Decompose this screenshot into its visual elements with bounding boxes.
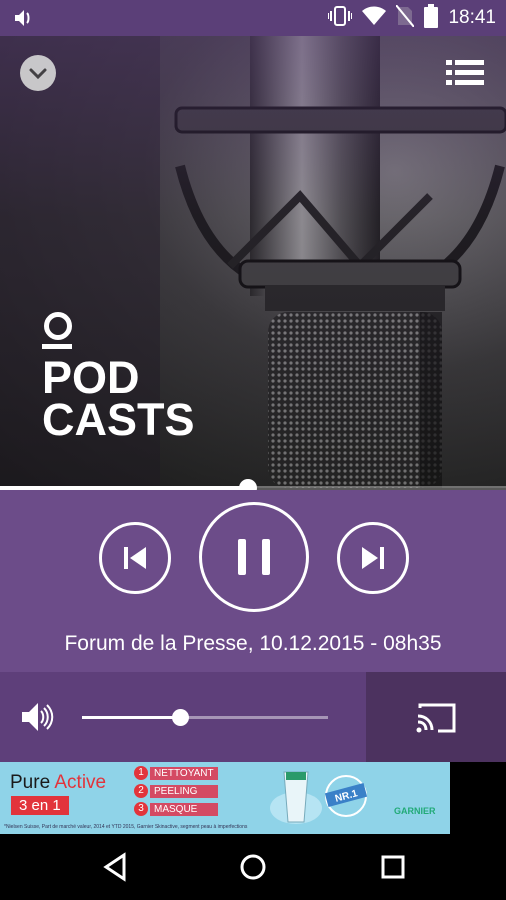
volume-thumb[interactable] (172, 709, 189, 726)
ad-feature-label: NETTOYANT (150, 766, 218, 780)
playlist-icon (446, 60, 484, 85)
ad-feature-label: PEELING (150, 784, 218, 798)
playlist-button[interactable] (446, 58, 486, 88)
ad-brand: Pure Active (10, 772, 106, 794)
skip-next-icon (362, 547, 384, 569)
chevron-down-icon (29, 68, 47, 80)
clock: 18:41 (448, 7, 496, 28)
vibrate-icon (327, 5, 354, 32)
garnier-logo: GARNIER (394, 806, 436, 816)
ad-feature-item: 1 NETTOYANT (134, 766, 218, 780)
ad-brand-accent: Active (54, 772, 107, 793)
logo-line-1: POD (42, 352, 140, 403)
logo-ring (44, 312, 72, 340)
ad-feature-number: 2 (134, 784, 148, 798)
track-title: Forum de la Presse, 10.12.2015 - 08h35 (64, 632, 442, 655)
back-icon[interactable] (98, 850, 132, 884)
skip-previous-icon (124, 547, 146, 569)
cast-icon (416, 703, 456, 733)
notification-volume-icon (14, 8, 36, 33)
ad-brand-pre: Pure (10, 772, 55, 793)
collapse-player-button[interactable] (20, 55, 56, 91)
previous-button[interactable] (99, 522, 171, 594)
volume-icon[interactable] (20, 700, 54, 734)
pause-icon (238, 539, 270, 575)
next-button[interactable] (337, 522, 409, 594)
ad-nr1-badge: NR.1 (324, 775, 368, 817)
podcasts-logo: POD CASTS (42, 312, 195, 445)
playback-controls: Forum de la Presse, 10.12.2015 - 08h35 (0, 490, 506, 672)
ad-feature-item: 2 PEELING (134, 784, 218, 798)
wifi-icon (362, 6, 387, 31)
recents-icon[interactable] (376, 850, 410, 884)
logo-line-2: CASTS (42, 394, 195, 445)
navigation-bar (0, 834, 506, 900)
ad-feature-list: 1 NETTOYANT 2 PEELING 3 MASQUE (134, 766, 218, 820)
ad-fine-print: *Nielsen Suisse, Part de marché valeur, … (4, 824, 248, 830)
ad-feature-item: 3 MASQUE (134, 802, 218, 816)
no-sim-icon (395, 3, 416, 32)
volume-fill (82, 716, 180, 719)
volume-bar (0, 672, 506, 762)
volume-slider[interactable] (82, 709, 328, 726)
status-bar: 18:41 (0, 0, 506, 36)
ad-badge: 3 en 1 (11, 796, 69, 815)
cast-button[interactable] (366, 672, 506, 762)
ad-feature-label: MASQUE (150, 802, 218, 816)
home-icon[interactable] (236, 850, 270, 884)
logo-bar (42, 344, 72, 349)
pause-button[interactable] (199, 502, 309, 612)
ad-feature-number: 1 (134, 766, 148, 780)
battery-icon (424, 3, 439, 33)
ad-feature-number: 3 (134, 802, 148, 816)
ad-banner[interactable]: Pure Active 3 en 1 1 NETTOYANT 2 PEELING 3… (0, 762, 450, 834)
ad-product-image (270, 771, 322, 824)
podcast-artwork: POD CASTS (0, 36, 506, 488)
